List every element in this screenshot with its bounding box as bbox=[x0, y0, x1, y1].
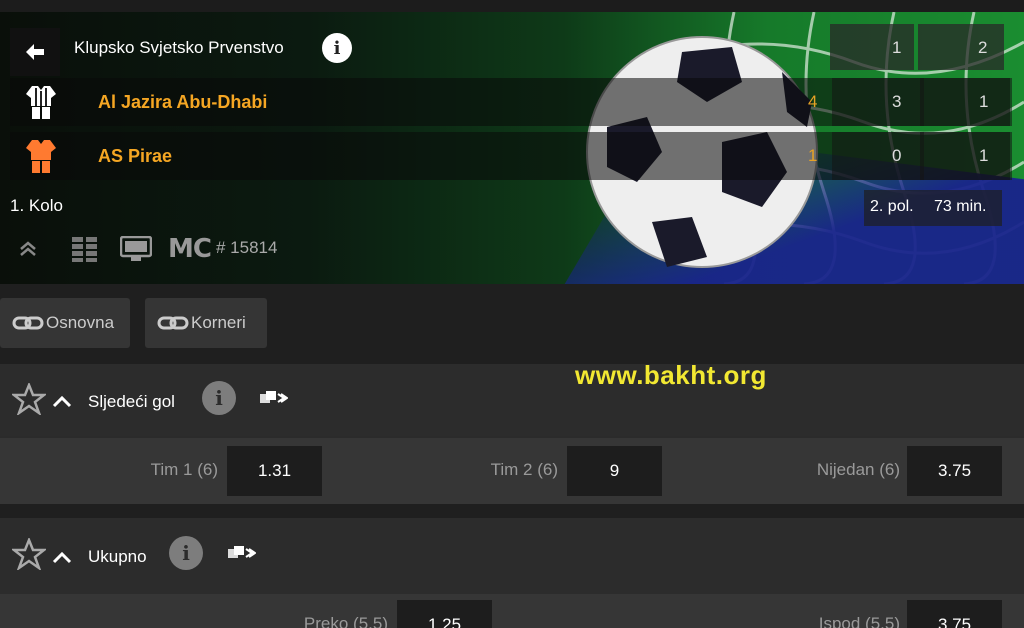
league-title: Klupsko Svjetsko Prvenstvo bbox=[74, 38, 284, 57]
link-icon bbox=[12, 316, 44, 330]
away-score-half-1: 0 bbox=[892, 146, 902, 165]
score-cell bbox=[920, 78, 1012, 126]
stats-button[interactable] bbox=[72, 234, 98, 264]
col-header-1: 1 bbox=[892, 38, 902, 57]
chevron-up-icon[interactable] bbox=[52, 394, 72, 408]
odd-button[interactable]: 3.75 bbox=[907, 446, 1002, 496]
away-current-score: 1 bbox=[808, 146, 818, 165]
card-swap-icon[interactable] bbox=[258, 389, 288, 407]
double-chevron-up-icon bbox=[20, 241, 36, 256]
outcome-label: Ispod (5.5) bbox=[818, 614, 900, 628]
link-icon bbox=[157, 316, 189, 330]
match-center-button[interactable]: MC bbox=[168, 234, 212, 264]
outcome-label: Preko (5.5) bbox=[303, 614, 388, 628]
match-id: # 15814 bbox=[216, 238, 278, 257]
star-icon[interactable] bbox=[12, 383, 46, 415]
period-label: 2. pol. bbox=[870, 198, 914, 215]
home-team-name: Al Jazira Abu-Dhabi bbox=[98, 92, 268, 112]
collapse-button[interactable] bbox=[18, 234, 38, 264]
team-row-home: Al Jazira Abu-Dhabi 4 3 1 bbox=[10, 78, 1012, 126]
top-status-strip bbox=[0, 0, 1024, 12]
info-icon[interactable]: i bbox=[202, 381, 236, 415]
odd-button[interactable]: 1.25 bbox=[397, 600, 492, 628]
tab-label: Osnovna bbox=[46, 313, 115, 332]
market-title: Ukupno bbox=[88, 547, 147, 566]
outcome-label: Nijedan (6) bbox=[816, 460, 900, 479]
market-tabs: Osnovna Korneri bbox=[0, 284, 1024, 364]
stats-grid-icon bbox=[72, 237, 97, 262]
away-team-name: AS Pirae bbox=[98, 146, 173, 166]
col-header-2: 2 bbox=[978, 38, 988, 57]
back-button[interactable] bbox=[10, 28, 60, 76]
odd-button[interactable]: 3.75 bbox=[907, 600, 1002, 628]
home-score-half-1: 3 bbox=[892, 92, 902, 111]
card-swap-icon[interactable] bbox=[226, 544, 256, 562]
away-score-half-2: 1 bbox=[979, 146, 989, 165]
chevron-up-icon[interactable] bbox=[52, 550, 72, 564]
score-cell bbox=[832, 132, 924, 180]
home-score-half-2: 1 bbox=[979, 92, 989, 111]
market-header-total[interactable]: Ukupno i bbox=[0, 518, 1024, 594]
striped-jersey-icon bbox=[26, 86, 56, 119]
tab-label: Korneri bbox=[191, 313, 246, 332]
market-outcomes-total: Preko (5.5) 1.25 Ispod (5.5) 3.75 bbox=[0, 594, 1024, 628]
outcome-label: Tim 2 (6) bbox=[490, 460, 558, 479]
back-arrow-icon bbox=[26, 44, 44, 60]
star-icon[interactable] bbox=[12, 538, 46, 570]
outcome-label: Tim 1 (6) bbox=[150, 460, 218, 479]
orange-jersey-icon bbox=[26, 140, 56, 173]
tab-korneri[interactable]: Korneri bbox=[145, 298, 267, 348]
round-label: 1. Kolo bbox=[10, 196, 63, 215]
odd-button[interactable]: 1.31 bbox=[227, 446, 322, 496]
odd-button[interactable]: 9 bbox=[567, 446, 662, 496]
score-cell bbox=[920, 132, 1012, 180]
market-title: Sljedeći gol bbox=[88, 392, 175, 411]
tv-button[interactable] bbox=[120, 234, 152, 264]
watermark-text: www.bakht.org bbox=[575, 360, 767, 390]
market-outcomes-next-goal: Tim 1 (6) 1.31 Tim 2 (6) 9 Nijedan (6) 3… bbox=[0, 438, 1024, 504]
market-separator bbox=[0, 504, 1024, 518]
market-header-next-goal[interactable]: Sljedeći gol i bbox=[0, 364, 1024, 436]
minute-label: 73 min. bbox=[934, 198, 987, 215]
team-row-away: AS Pirae 1 0 1 bbox=[10, 132, 1012, 180]
score-cell bbox=[832, 78, 924, 126]
match-hero: Klupsko Svjetsko Prvenstvo i 1 2 Al Jazi… bbox=[0, 12, 1024, 284]
col-header-box bbox=[918, 24, 1004, 70]
home-current-score: 4 bbox=[808, 92, 818, 111]
tab-osnovna[interactable]: Osnovna bbox=[0, 298, 130, 348]
tv-icon bbox=[120, 236, 152, 261]
info-icon[interactable]: i bbox=[169, 536, 203, 570]
info-icon[interactable]: i bbox=[322, 33, 352, 63]
